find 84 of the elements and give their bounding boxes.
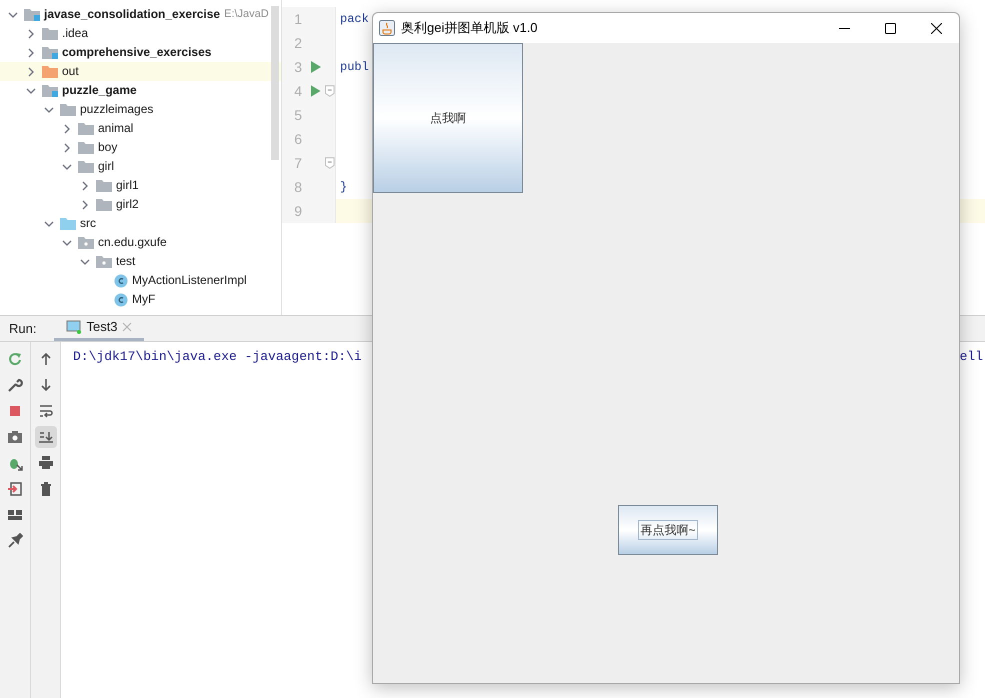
- tree-label: test: [116, 254, 136, 269]
- module-folder-icon: [24, 8, 40, 21]
- tree-label: puzzle_game: [62, 83, 137, 98]
- tree-row[interactable]: .idea: [0, 24, 281, 43]
- line-number: 3: [282, 55, 302, 79]
- code-text: pack: [340, 11, 369, 28]
- line-number: 2: [282, 31, 302, 55]
- tree-label: src: [80, 216, 96, 231]
- scroll-to-end-icon[interactable]: [34, 426, 56, 448]
- tree-row[interactable]: test: [0, 252, 281, 271]
- tree-row[interactable]: MyActionListenerImpl: [0, 271, 281, 290]
- folder-icon: [60, 217, 76, 230]
- tree-label: boy: [98, 140, 118, 155]
- tree-label: animal: [98, 121, 134, 136]
- tree-row[interactable]: javase_consolidation_exercise E:\JavaD: [0, 5, 281, 24]
- folder-icon: [78, 141, 94, 154]
- chevron-down-icon[interactable]: [42, 218, 56, 228]
- tree-label: girl: [98, 159, 114, 174]
- maximize-icon: [884, 22, 896, 34]
- tree-label: .idea: [62, 26, 88, 41]
- line-number: 9: [282, 199, 302, 223]
- tree-row[interactable]: out: [0, 62, 281, 81]
- scrollbar-thumb[interactable]: [271, 6, 279, 160]
- chevron-down-icon[interactable]: [78, 256, 92, 266]
- console-line: D:\jdk17\bin\java.exe -javaagent:D:\i: [73, 348, 362, 366]
- class-icon: [114, 274, 128, 288]
- line-number: 5: [282, 103, 302, 127]
- tree-label: out: [62, 64, 79, 79]
- chevron-down-icon[interactable]: [42, 104, 56, 114]
- tree-label: comprehensive_exercises: [62, 45, 212, 60]
- run-icon[interactable]: [310, 61, 322, 73]
- run-icon[interactable]: [310, 85, 322, 97]
- line-number: 7: [282, 151, 302, 175]
- window-title: 奥利gei拼图单机版 v1.0: [401, 19, 538, 38]
- package-folder-icon: [96, 255, 112, 268]
- code-text: }: [340, 179, 348, 196]
- line-number: 4: [282, 79, 302, 103]
- folder-icon: [78, 160, 94, 173]
- tree-row[interactable]: src: [0, 214, 281, 233]
- tree-row[interactable]: girl2: [0, 195, 281, 214]
- java-cup-icon: [379, 20, 395, 36]
- chevron-down-icon[interactable]: [24, 86, 38, 96]
- folder-icon: [96, 198, 112, 211]
- tree-row[interactable]: cn.edu.gxufe: [0, 233, 281, 252]
- tree-row[interactable]: comprehensive_exercises: [0, 43, 281, 62]
- tree-row[interactable]: girl: [0, 157, 281, 176]
- tree-row[interactable]: puzzleimages: [0, 100, 281, 119]
- run-label: Run:: [9, 320, 36, 338]
- line-number: 1: [282, 7, 302, 31]
- tree-row[interactable]: girl1: [0, 176, 281, 195]
- code-text: publ: [340, 59, 369, 76]
- tree-label: cn.edu.gxufe: [98, 235, 167, 250]
- swing-button[interactable]: 点我啊: [373, 43, 523, 193]
- tree-label: girl1: [116, 178, 139, 193]
- chevron-down-icon[interactable]: [60, 238, 74, 248]
- console-line-fragment: ell: [960, 348, 983, 366]
- tree-row[interactable]: animal: [0, 119, 281, 138]
- console-icon: [66, 320, 82, 334]
- folder-icon: [96, 179, 112, 192]
- module-folder-icon: [42, 46, 58, 59]
- tree-label: MyF: [132, 292, 156, 307]
- tree-label: puzzleimages: [80, 102, 154, 117]
- folder-icon: [42, 27, 58, 40]
- class-icon: [114, 292, 128, 306]
- line-number: 6: [282, 127, 302, 151]
- tree-row[interactable]: MyF: [0, 290, 281, 309]
- tree-row[interactable]: boy: [0, 138, 281, 157]
- folder-icon: [78, 122, 94, 135]
- chevron-down-icon[interactable]: [60, 162, 74, 172]
- close-icon: [930, 22, 942, 34]
- tree-label: girl2: [116, 197, 139, 212]
- tree-label: javase_consolidation_exercise: [44, 7, 220, 22]
- folder-icon: [60, 103, 76, 116]
- swing-button[interactable]: 再点我啊~: [618, 505, 718, 555]
- tree-label: MyActionListenerImpl: [132, 273, 247, 288]
- folder-icon: [42, 65, 58, 78]
- chevron-down-icon[interactable]: [6, 10, 20, 20]
- tree-row[interactable]: puzzle_game: [0, 81, 281, 100]
- line-number: 8: [282, 175, 302, 199]
- tree-path: E:\JavaD: [224, 7, 269, 22]
- module-folder-icon: [42, 84, 58, 97]
- fold-marker-icon[interactable]: [325, 157, 335, 169]
- package-folder-icon: [78, 236, 94, 249]
- fold-marker-icon[interactable]: [325, 85, 335, 97]
